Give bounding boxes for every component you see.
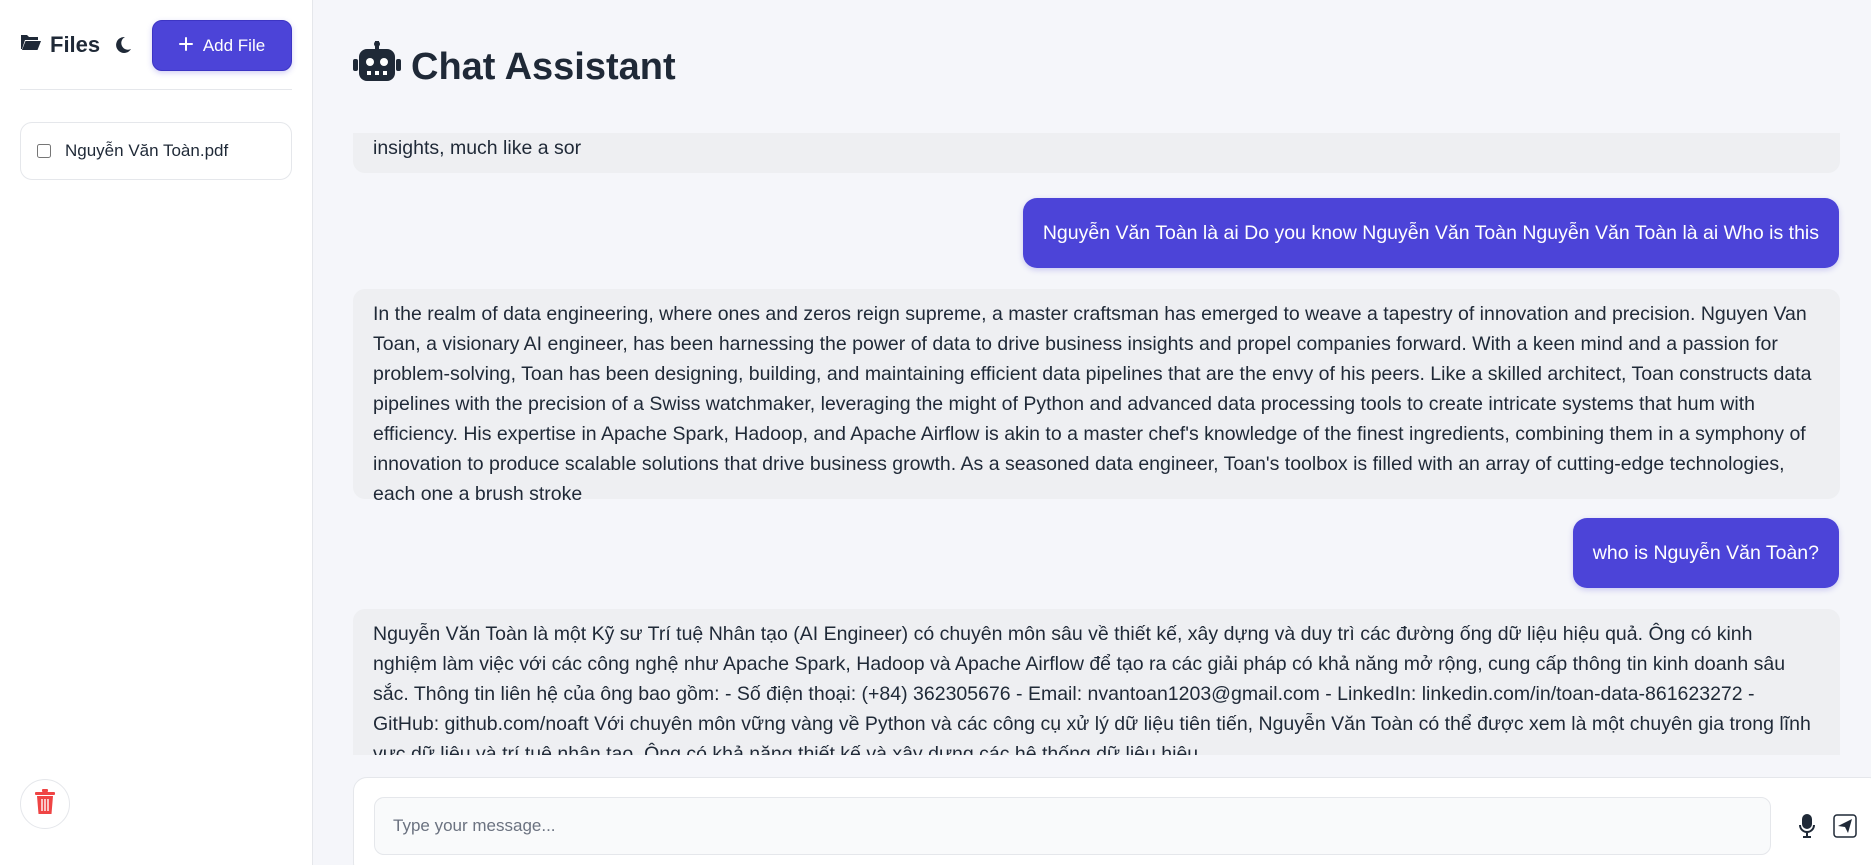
chat-title-text: Chat Assistant — [411, 45, 676, 88]
page-title: Chat Assistant — [353, 41, 676, 93]
user-message-text: Nguyễn Văn Toàn là ai Do you know Nguyễn… — [1042, 221, 1819, 244]
bot-message: extensions of his creative genius, as he… — [353, 133, 1840, 173]
bot-message: In the realm of data engineering, where … — [353, 289, 1840, 505]
file-checkbox[interactable] — [37, 144, 51, 158]
file-list-item[interactable]: Nguyễn Văn Toàn.pdf — [20, 122, 292, 180]
plus-icon — [178, 36, 193, 56]
message-input[interactable] — [374, 797, 1771, 855]
robot-icon — [353, 41, 401, 93]
bot-message: Nguyễn Văn Toàn là một Kỹ sư Trí tuệ Nhâ… — [353, 609, 1840, 755]
bot-message-text: extensions of his creative genius, as he… — [373, 137, 582, 159]
file-name: Nguyễn Văn Toàn.pdf — [65, 141, 229, 160]
user-message-text: who is Nguyễn Văn Toàn? — [1592, 541, 1819, 564]
files-title: Files — [20, 30, 100, 60]
sidebar-header: Files Add File — [20, 20, 292, 90]
moon-icon[interactable] — [112, 34, 134, 56]
bot-message-text: Nguyễn Văn Toàn là một Kỹ sư Trí tuệ Nhâ… — [373, 623, 1811, 755]
user-message: Nguyễn Văn Toàn là ai Do you know Nguyễn… — [1022, 198, 1839, 268]
files-title-text: Files — [50, 32, 101, 57]
trash-icon — [34, 788, 56, 820]
add-file-label: Add File — [202, 35, 266, 55]
app-root: Files Add File Nguyễn Văn Toàn.pdf Chat … — [0, 0, 1871, 865]
send-icon[interactable] — [1832, 812, 1858, 840]
add-file-button[interactable]: Add File — [152, 20, 292, 71]
microphone-icon[interactable] — [1794, 812, 1820, 840]
chat-main: Chat Assistant extensions of his creativ… — [313, 0, 1871, 865]
folder-open-icon — [20, 32, 42, 58]
delete-files-button[interactable] — [20, 779, 70, 829]
user-message: who is Nguyễn Văn Toàn? — [1572, 518, 1839, 588]
input-area — [353, 777, 1871, 865]
message-list[interactable]: extensions of his creative genius, as he… — [353, 133, 1871, 755]
sidebar: Files Add File Nguyễn Văn Toàn.pdf — [0, 0, 313, 865]
bot-message-text: In the realm of data engineering, where … — [373, 303, 1812, 505]
